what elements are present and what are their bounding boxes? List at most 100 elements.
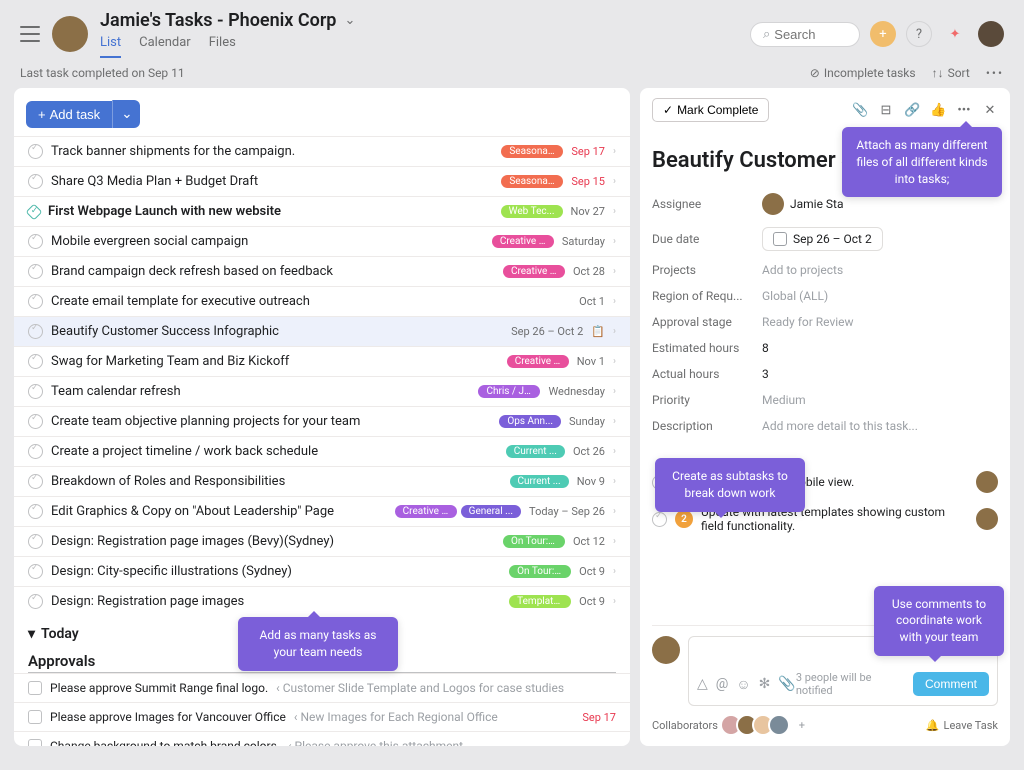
task-check-icon[interactable] bbox=[28, 474, 43, 489]
tag[interactable]: Current ... bbox=[510, 475, 569, 488]
due-date-value[interactable]: Sep 26 – Oct 2 bbox=[762, 227, 883, 251]
tag[interactable]: Creative ... bbox=[503, 265, 565, 278]
approval-row[interactable]: Please approve Summit Range final logo.‹… bbox=[14, 673, 630, 702]
task-check-icon[interactable] bbox=[28, 594, 43, 609]
tag[interactable]: On Tour: ... bbox=[509, 565, 571, 578]
tag[interactable]: Chris / Ja... bbox=[478, 385, 540, 398]
tag[interactable]: Web Tec... bbox=[501, 205, 563, 218]
avatar[interactable] bbox=[768, 714, 790, 736]
add-task-dropdown[interactable]: ⌄ bbox=[112, 100, 140, 128]
filter-incomplete[interactable]: ⊘Incomplete tasks bbox=[810, 66, 916, 80]
task-row[interactable]: Swag for Marketing Team and Biz KickoffC… bbox=[14, 346, 630, 376]
task-check-icon[interactable] bbox=[28, 234, 43, 249]
task-check-icon[interactable] bbox=[28, 414, 43, 429]
task-check-icon[interactable] bbox=[28, 264, 43, 279]
copy-icon[interactable]: 📋 bbox=[591, 325, 605, 338]
star-icon[interactable]: ✻ bbox=[759, 676, 771, 693]
add-task-button[interactable]: +Add task bbox=[26, 101, 112, 128]
task-check-icon[interactable] bbox=[28, 294, 43, 309]
description-value[interactable]: Add more detail to this task... bbox=[762, 419, 918, 433]
collaborator-avatars[interactable]: + bbox=[726, 714, 812, 736]
estimated-value[interactable]: 8 bbox=[762, 341, 769, 355]
task-row[interactable]: Breakdown of Roles and ResponsibilitiesC… bbox=[14, 466, 630, 496]
tab-calendar[interactable]: Calendar bbox=[139, 35, 191, 58]
project-title[interactable]: Jamie's Tasks - Phoenix Corp bbox=[100, 10, 336, 31]
approval-value[interactable]: Ready for Review bbox=[762, 315, 854, 329]
mark-complete-button[interactable]: ✓Mark Complete bbox=[652, 98, 769, 122]
task-row[interactable]: Design: Registration page imagesTemplate… bbox=[14, 586, 630, 616]
workspace-avatar[interactable] bbox=[52, 16, 88, 52]
emoji-icon[interactable]: ☺ bbox=[736, 676, 750, 693]
approval-icon[interactable] bbox=[28, 710, 42, 724]
tag[interactable]: Creative ... bbox=[507, 355, 569, 368]
tag[interactable]: Seasonal... bbox=[501, 175, 563, 188]
region-value[interactable]: Global (ALL) bbox=[762, 289, 828, 303]
search-input[interactable] bbox=[774, 27, 844, 42]
leave-task-button[interactable]: 🔔Leave Task bbox=[926, 719, 998, 732]
task-check-icon[interactable] bbox=[26, 203, 43, 220]
subtask-check-icon[interactable] bbox=[652, 512, 667, 527]
avatar[interactable] bbox=[976, 508, 998, 530]
approval-icon[interactable] bbox=[28, 739, 42, 746]
upgrade-icon[interactable]: ✦ bbox=[942, 21, 968, 47]
task-check-icon[interactable] bbox=[28, 534, 43, 549]
user-avatar[interactable] bbox=[978, 21, 1004, 47]
task-row[interactable]: Design: City-specific illustrations (Syd… bbox=[14, 556, 630, 586]
task-check-icon[interactable] bbox=[28, 564, 43, 579]
task-check-icon[interactable] bbox=[28, 174, 43, 189]
task-row[interactable]: Track banner shipments for the campaign.… bbox=[14, 136, 630, 166]
close-icon[interactable]: ✕ bbox=[982, 103, 998, 118]
tag[interactable]: Ops Ann... bbox=[499, 415, 561, 428]
task-check-icon[interactable] bbox=[28, 324, 43, 339]
avatar[interactable] bbox=[976, 471, 998, 493]
assignee-value[interactable]: Jamie Sta bbox=[762, 193, 844, 215]
priority-value[interactable]: Medium bbox=[762, 393, 806, 407]
task-row[interactable]: Share Q3 Media Plan + Budget DraftSeason… bbox=[14, 166, 630, 196]
add-collaborator-icon[interactable]: + bbox=[792, 715, 812, 735]
approval-row[interactable]: Please approve Images for Vancouver Offi… bbox=[14, 702, 630, 731]
task-check-icon[interactable] bbox=[28, 144, 43, 159]
task-row[interactable]: Create team objective planning projects … bbox=[14, 406, 630, 436]
task-row[interactable]: Team calendar refreshChris / Ja...Wednes… bbox=[14, 376, 630, 406]
tab-list[interactable]: List bbox=[100, 35, 121, 58]
tag[interactable]: Template... bbox=[509, 595, 571, 608]
at-icon[interactable]: △ bbox=[697, 676, 708, 693]
tab-files[interactable]: Files bbox=[209, 35, 236, 58]
task-check-icon[interactable] bbox=[28, 354, 43, 369]
comment-button[interactable]: Comment bbox=[913, 672, 989, 696]
task-check-icon[interactable] bbox=[28, 444, 43, 459]
attach-icon[interactable]: 📎 bbox=[778, 676, 795, 693]
task-row[interactable]: Brand campaign deck refresh based on fee… bbox=[14, 256, 630, 286]
sort-button[interactable]: ↑↓Sort bbox=[932, 66, 970, 80]
actual-value[interactable]: 3 bbox=[762, 367, 769, 381]
tag[interactable]: General ... bbox=[461, 505, 521, 518]
task-check-icon[interactable] bbox=[28, 504, 43, 519]
approval-icon[interactable] bbox=[28, 681, 42, 695]
task-check-icon[interactable] bbox=[28, 384, 43, 399]
chevron-down-icon[interactable]: ⌄ bbox=[344, 13, 355, 28]
search-box[interactable]: ⌕ bbox=[750, 22, 860, 47]
like-icon[interactable]: 👍 bbox=[930, 103, 946, 118]
mention-icon[interactable]: @ bbox=[716, 676, 729, 693]
tag[interactable]: Seasonal... bbox=[501, 145, 563, 158]
help-icon[interactable]: ? bbox=[906, 21, 932, 47]
link-icon[interactable]: 🔗 bbox=[904, 103, 920, 118]
more-options-icon[interactable]: ••• bbox=[986, 66, 1004, 80]
tag[interactable]: Creative ... bbox=[395, 505, 457, 518]
add-icon[interactable]: + bbox=[870, 21, 896, 47]
task-row[interactable]: First Webpage Launch with new websiteWeb… bbox=[14, 196, 630, 226]
task-row[interactable]: Create email template for executive outr… bbox=[14, 286, 630, 316]
projects-value[interactable]: Add to projects bbox=[762, 263, 843, 277]
attachment-icon[interactable]: 📎 bbox=[852, 103, 868, 118]
tag[interactable]: On Tour: ... bbox=[503, 535, 565, 548]
subtask-icon[interactable]: ⊟ bbox=[878, 103, 894, 118]
approval-row[interactable]: Change background to match brand colors.… bbox=[14, 731, 630, 746]
tag[interactable]: Current ... bbox=[506, 445, 565, 458]
menu-toggle-icon[interactable] bbox=[20, 26, 40, 42]
task-row[interactable]: Edit Graphics & Copy on "About Leadershi… bbox=[14, 496, 630, 526]
task-row[interactable]: Mobile evergreen social campaignCreative… bbox=[14, 226, 630, 256]
tag[interactable]: Creative ... bbox=[492, 235, 554, 248]
task-row[interactable]: Beautify Customer Success InfographicSep… bbox=[14, 316, 630, 346]
task-row[interactable]: Design: Registration page images (Bevy)(… bbox=[14, 526, 630, 556]
task-row[interactable]: Create a project timeline / work back sc… bbox=[14, 436, 630, 466]
